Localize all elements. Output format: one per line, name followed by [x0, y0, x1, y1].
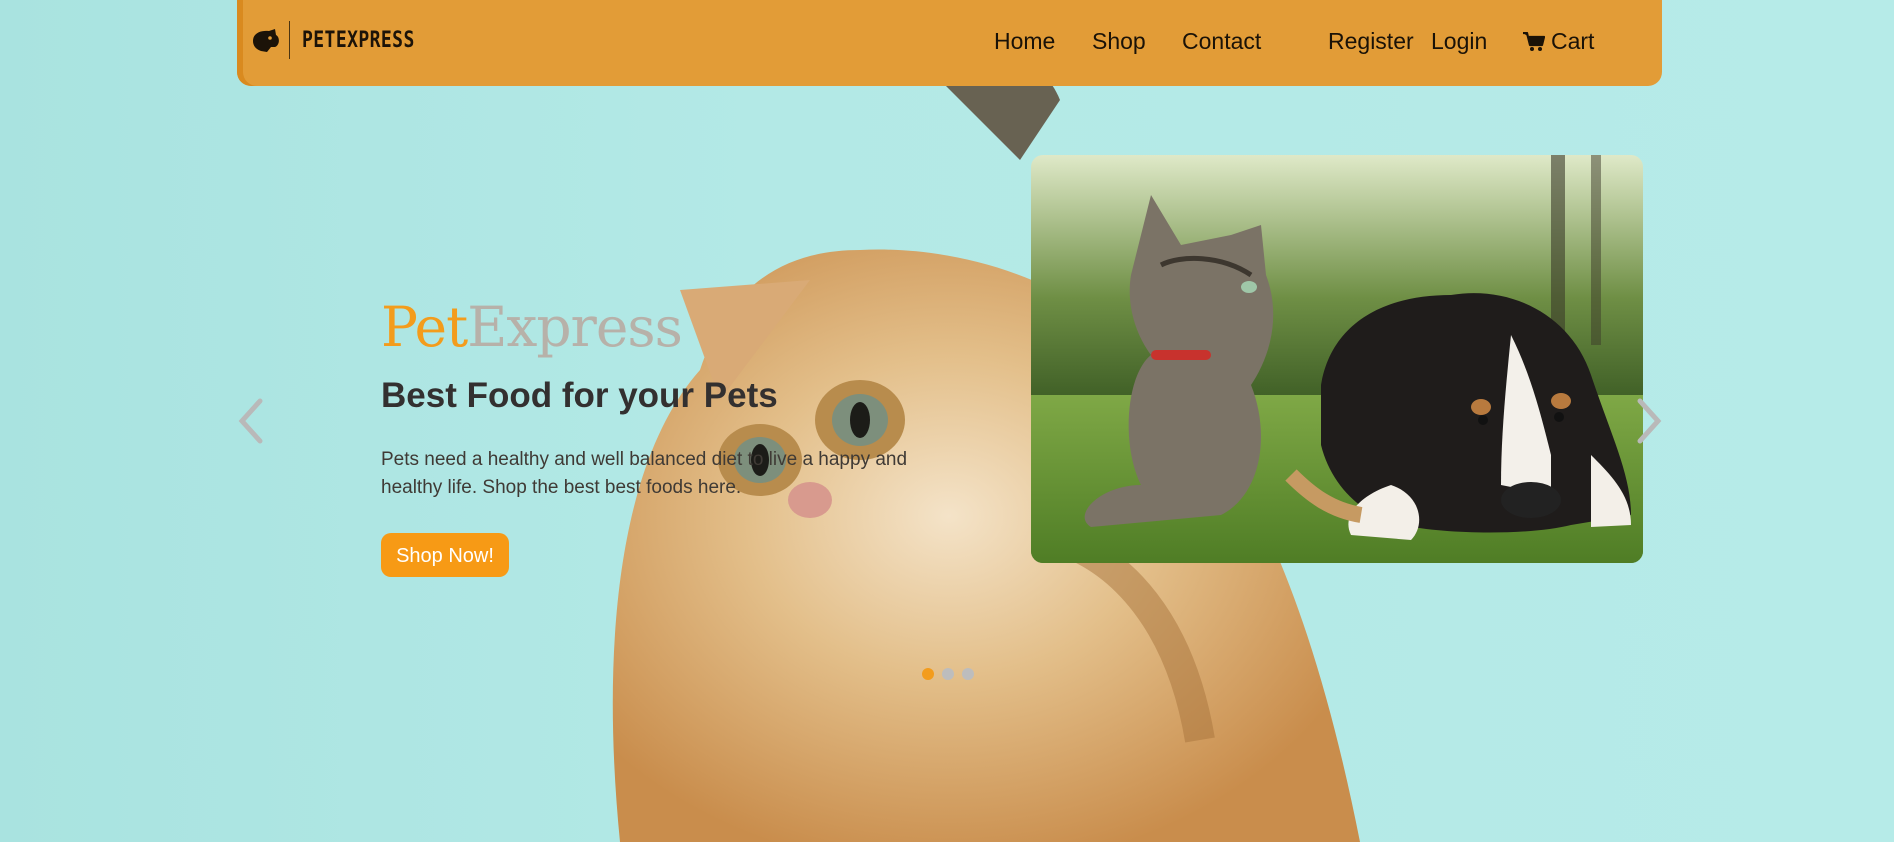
brand-text: PETEXPRESS — [302, 27, 415, 53]
hero-feature-image — [1031, 155, 1643, 563]
hero-brand-express: Express — [467, 295, 683, 359]
shop-now-button[interactable]: Shop Now! — [381, 533, 509, 577]
hero-heading: Best Food for your Pets — [381, 376, 778, 415]
dog-head-logo-icon — [253, 29, 279, 52]
nav-link-cart[interactable]: Cart — [1523, 28, 1594, 55]
hero-brand-pet: Pet — [381, 295, 468, 359]
nav-link-home[interactable]: Home — [994, 28, 1055, 55]
cart-label: Cart — [1551, 28, 1595, 54]
nav-link-login[interactable]: Login — [1431, 28, 1487, 55]
nav-link-contact[interactable]: Contact — [1182, 28, 1261, 55]
nav-link-register[interactable]: Register — [1328, 28, 1414, 55]
carousel-dot-3[interactable] — [962, 668, 974, 680]
navbar: PETEXPRESS Home Shop Contact Register Lo… — [237, 0, 1662, 86]
hero-brand-title: PetExpress — [381, 300, 683, 355]
hero-description: Pets need a healthy and well balanced di… — [381, 449, 908, 498]
chevron-left-icon[interactable] — [234, 395, 268, 447]
brand-divider — [289, 21, 290, 59]
carousel-dot-1[interactable] — [922, 668, 934, 680]
shopping-cart-icon — [1523, 31, 1545, 51]
brand-logo[interactable]: PETEXPRESS — [249, 20, 439, 60]
carousel-indicators — [922, 668, 974, 680]
cat-and-puppy-photo — [1031, 155, 1643, 563]
nav-link-shop[interactable]: Shop — [1092, 28, 1146, 55]
carousel-dot-2[interactable] — [942, 668, 954, 680]
chevron-right-icon[interactable] — [1632, 395, 1666, 447]
